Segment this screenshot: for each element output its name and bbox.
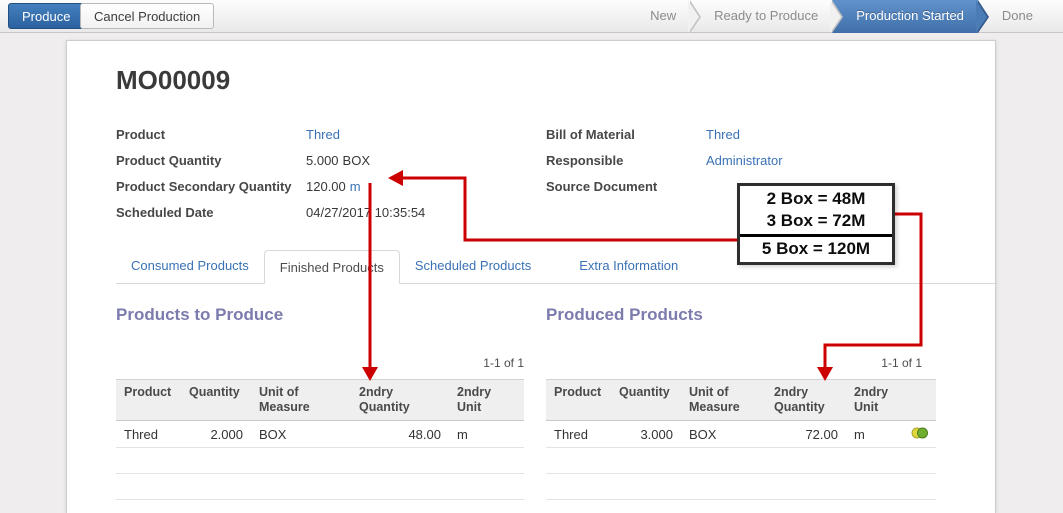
field-product-quantity: Product Quantity 5.000 BOX <box>116 147 526 173</box>
field-scheduled-date-value: 04/27/2017 10:35:54 <box>306 205 425 220</box>
col-2ndry-unit[interactable]: 2ndry Unit <box>846 380 904 421</box>
cell-2ndry-quantity[interactable]: 48.00 <box>351 421 449 448</box>
cell-2ndry-unit[interactable]: m <box>846 421 904 448</box>
tab-extra-information[interactable]: Extra Information <box>564 249 693 283</box>
status-step-ready-to-produce[interactable]: Ready to Produce <box>690 0 832 33</box>
status-step-new[interactable]: New <box>626 0 690 33</box>
field-scheduled-date: Scheduled Date 04/27/2017 10:35:54 <box>116 199 526 225</box>
tab-consumed-products[interactable]: Consumed Products <box>116 249 264 283</box>
col-actions <box>904 380 936 421</box>
col-quantity[interactable]: Quantity <box>611 380 681 421</box>
field-product-value[interactable]: Thred <box>306 127 340 142</box>
mo-form-sheet: MO00009 Product Thred Product Quantity 5… <box>66 40 996 513</box>
cell-2ndry-quantity[interactable]: 72.00 <box>766 421 846 448</box>
col-2ndry-unit[interactable]: 2ndry Unit <box>449 380 524 421</box>
col-2ndry-quantity[interactable]: 2ndry Quantity <box>351 380 449 421</box>
field-secondary-quantity-value: 120.00 <box>306 179 346 194</box>
annotation-line-1: 2 Box = 48M <box>740 189 892 209</box>
col-product[interactable]: Product <box>116 380 181 421</box>
status-step-production-started[interactable]: Production Started <box>832 0 978 33</box>
field-product-quantity-value: 5.000 <box>306 153 339 168</box>
field-product-label: Product <box>116 127 306 142</box>
col-unit-of-measure[interactable]: Unit of Measure <box>251 380 351 421</box>
col-2ndry-quantity[interactable]: 2ndry Quantity <box>766 380 846 421</box>
page-title: MO00009 <box>116 65 230 96</box>
field-responsible-label: Responsible <box>546 153 706 168</box>
col-quantity[interactable]: Quantity <box>181 380 251 421</box>
tab-scheduled-products[interactable]: Scheduled Products <box>400 249 546 283</box>
annotation-line-3: 5 Box = 120M <box>740 239 892 259</box>
cell-quantity[interactable]: 3.000 <box>611 421 681 448</box>
table-header-row: Product Quantity Unit of Measure 2ndry Q… <box>116 380 524 421</box>
left-field-group: Product Thred Product Quantity 5.000 BOX… <box>116 121 526 225</box>
coins-icon[interactable] <box>911 428 929 443</box>
field-responsible-value[interactable]: Administrator <box>706 153 783 168</box>
cell-product[interactable]: Thred <box>116 421 181 448</box>
field-product: Product Thred <box>116 121 526 147</box>
annotation-note: 2 Box = 48M 3 Box = 72M 5 Box = 120M <box>737 183 895 265</box>
produced-products-pager: 1-1 of 1 <box>546 356 922 370</box>
produce-button[interactable]: Produce <box>8 3 84 29</box>
field-source-document-label: Source Document <box>546 179 706 194</box>
annotation-line-2: 3 Box = 72M <box>740 211 892 231</box>
empty-row <box>546 500 936 513</box>
produced-products-table: Product Quantity Unit of Measure 2ndry Q… <box>546 379 936 513</box>
topbar: Produce Cancel Production New Ready to P… <box>0 0 1063 33</box>
field-secondary-quantity: Product Secondary Quantity 120.00 m <box>116 173 526 199</box>
cell-2ndry-unit[interactable]: m <box>449 421 524 448</box>
tab-finished-products[interactable]: Finished Products <box>264 250 400 284</box>
field-bill-of-material: Bill of Material Thred <box>546 121 976 147</box>
table-row[interactable]: Thred 2.000 BOX 48.00 m <box>116 421 524 448</box>
produced-products-heading: Produced Products <box>546 305 703 325</box>
cell-unit-of-measure[interactable]: BOX <box>251 421 351 448</box>
cell-product[interactable]: Thred <box>546 421 611 448</box>
field-bill-of-material-label: Bill of Material <box>546 127 706 142</box>
empty-row <box>116 474 524 500</box>
col-unit-of-measure[interactable]: Unit of Measure <box>681 380 766 421</box>
empty-row <box>546 474 936 500</box>
table-header-row: Product Quantity Unit of Measure 2ndry Q… <box>546 380 936 421</box>
annotation-sum-line <box>740 234 892 237</box>
cell-unit-of-measure[interactable]: BOX <box>681 421 766 448</box>
statusbar: New Ready to Produce Production Started … <box>626 0 1063 33</box>
field-responsible: Responsible Administrator <box>546 147 976 173</box>
field-product-quantity-unit: BOX <box>343 153 370 168</box>
table-row[interactable]: Thred 3.000 BOX 72.00 m <box>546 421 936 448</box>
empty-row <box>546 448 936 474</box>
field-secondary-quantity-unit[interactable]: m <box>350 179 361 194</box>
products-to-produce-pager: 1-1 of 1 <box>116 356 524 370</box>
field-scheduled-date-label: Scheduled Date <box>116 205 306 220</box>
col-product[interactable]: Product <box>546 380 611 421</box>
manufacturing-order-page: Produce Cancel Production New Ready to P… <box>0 0 1063 513</box>
products-to-produce-heading: Products to Produce <box>116 305 283 325</box>
field-secondary-quantity-label: Product Secondary Quantity <box>116 179 306 194</box>
empty-row <box>116 448 524 474</box>
products-to-produce-table: Product Quantity Unit of Measure 2ndry Q… <box>116 379 524 513</box>
empty-row <box>116 500 524 513</box>
field-product-quantity-label: Product Quantity <box>116 153 306 168</box>
field-bill-of-material-value[interactable]: Thred <box>706 127 740 142</box>
row-action-cell <box>904 421 936 448</box>
status-step-done[interactable]: Done <box>978 0 1047 33</box>
cancel-production-button[interactable]: Cancel Production <box>80 3 214 29</box>
cell-quantity[interactable]: 2.000 <box>181 421 251 448</box>
